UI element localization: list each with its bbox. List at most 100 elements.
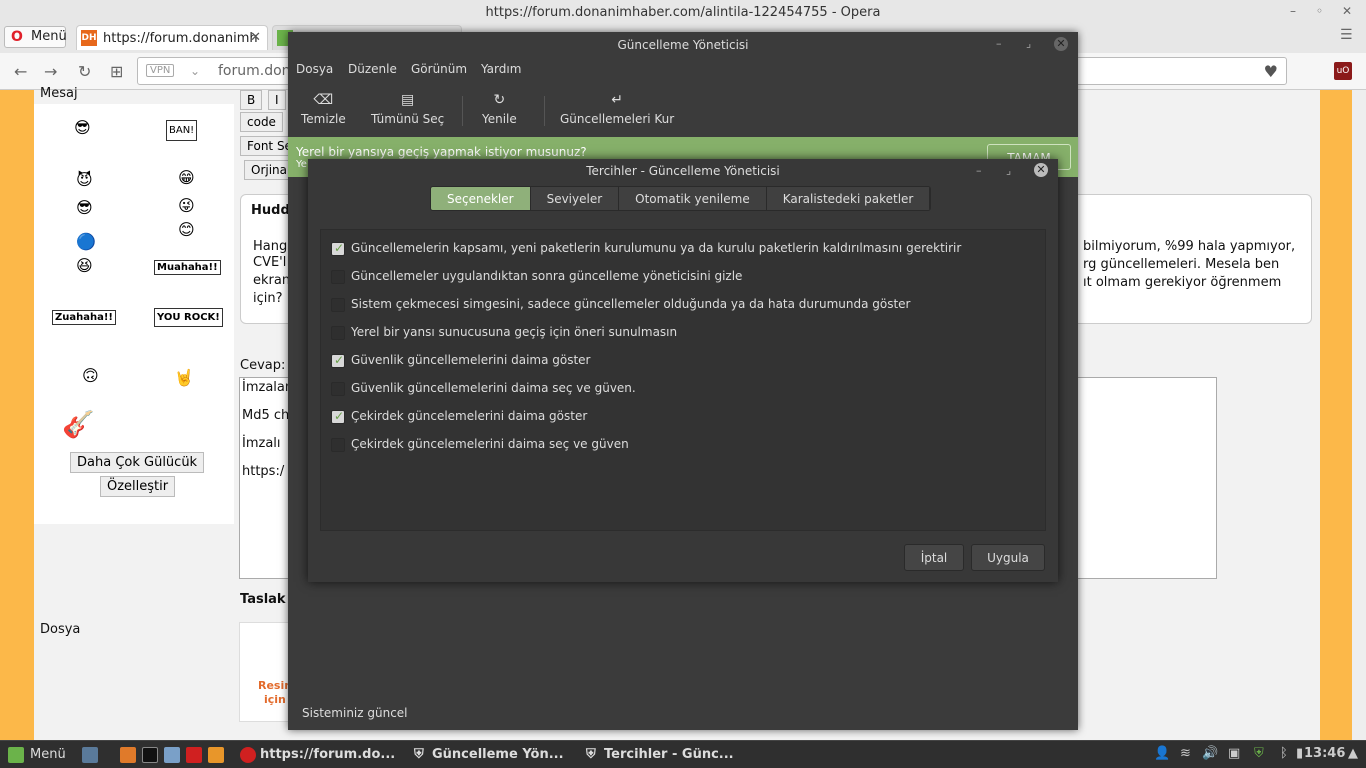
checkbox[interactable]	[331, 382, 345, 396]
cancel-button[interactable]: İptal	[904, 544, 964, 571]
menu-yardim[interactable]: Yardım	[481, 62, 521, 76]
files-icon[interactable]	[164, 747, 180, 763]
quote-line: rg güncellemeleri. Mesela ben	[1083, 257, 1280, 272]
ublock-icon[interactable]: uO	[1334, 62, 1352, 80]
ban-sign-smiley[interactable]: BAN!	[166, 120, 198, 141]
taskbar-menu-label[interactable]: Menü	[30, 747, 66, 762]
url-text: forum.dona	[218, 63, 300, 79]
rock-text: ROCK!	[184, 312, 220, 323]
firefox-icon[interactable]	[120, 747, 136, 763]
mint-menu-icon[interactable]	[8, 747, 24, 763]
browser-tab-forum[interactable]: DH https://forum.donanimh ✕	[76, 25, 268, 50]
minimize-icon[interactable]: –	[976, 164, 982, 177]
upload-box[interactable]: Resim için	[239, 622, 296, 722]
notifications-icon[interactable]: ▲	[1348, 746, 1358, 761]
maximize-icon[interactable]: ◦	[1316, 4, 1323, 18]
checkbox[interactable]	[331, 353, 345, 368]
smiley-icon[interactable]: 😎	[76, 198, 93, 217]
clear-label: Temizle	[301, 112, 346, 126]
smiley-icon[interactable]: 😎	[74, 118, 91, 137]
smiley-icon[interactable]: 🤘	[174, 368, 194, 387]
more-smileys-button[interactable]: Daha Çok Gülücük	[70, 452, 205, 473]
option-label: Çekirdek güncelemelerini daima seç ve gü…	[351, 437, 629, 451]
option-label: Güvenlik güncellemelerini daima seç ve g…	[351, 381, 636, 395]
sublime-icon[interactable]	[208, 747, 224, 763]
tab-blacklist[interactable]: Karalistedeki paketler	[766, 187, 931, 210]
smiley-icon[interactable]: 🙃	[82, 366, 99, 385]
taskbar-task-preferences[interactable]: Tercihler - Günc...	[604, 747, 734, 762]
refresh-button[interactable]: ↻ Yenile	[482, 92, 517, 126]
clock[interactable]: 13:46	[1304, 746, 1345, 761]
checkbox[interactable]	[331, 270, 345, 284]
smiley-icon[interactable]: 🔵	[76, 232, 96, 251]
zuahaha-sign-smiley[interactable]: Zuahaha!!	[52, 310, 116, 325]
checkbox[interactable]	[331, 298, 345, 312]
italic-button[interactable]: I	[268, 90, 286, 110]
code-button[interactable]: code	[240, 112, 283, 132]
guitar-smiley-icon[interactable]: 🎸	[62, 410, 94, 440]
minimize-icon[interactable]: –	[996, 37, 1002, 50]
option-label: Güncellemelerin kapsamı, yeni paketlerin…	[351, 241, 962, 255]
tab-auto-refresh[interactable]: Otomatik yenileme	[619, 187, 767, 210]
wifi-icon[interactable]: ≋	[1180, 746, 1191, 761]
preferences-tabs: Seçenekler Seviyeler Otomatik yenileme K…	[430, 186, 932, 211]
taskbar-task-update-manager[interactable]: Güncelleme Yön...	[432, 747, 564, 762]
tab-options[interactable]: Seçenekler	[431, 187, 531, 210]
you-rock-sign-smiley[interactable]: YOU ROCK!	[154, 308, 223, 327]
select-all-button[interactable]: ▤ Tümünü Seç	[371, 92, 444, 126]
volume-icon[interactable]: 🔊	[1202, 746, 1218, 761]
bold-button[interactable]: B	[240, 90, 263, 110]
vpn-badge[interactable]: VPN	[146, 64, 175, 77]
maximize-icon[interactable]: ⌟	[1026, 37, 1031, 50]
terminal-icon[interactable]	[142, 747, 158, 763]
page-scrollbar[interactable]	[1352, 90, 1366, 740]
reload-icon[interactable]: ↻	[78, 62, 91, 81]
toolbar-separator	[544, 96, 545, 126]
back-icon[interactable]: ←	[14, 62, 27, 81]
checkbox[interactable]	[331, 241, 345, 256]
hamburger-icon[interactable]: ☰	[1340, 27, 1353, 43]
menu-gorunum[interactable]: Görünüm	[411, 62, 467, 76]
clear-button[interactable]: ⌫ Temizle	[301, 92, 346, 126]
user-icon[interactable]: 👤	[1154, 746, 1170, 761]
taskbar-task-browser[interactable]: https://forum.do...	[260, 747, 395, 762]
battery-icon[interactable]: ▮	[1296, 746, 1303, 761]
tab-levels[interactable]: Seviyeler	[530, 187, 620, 210]
tab-close-icon[interactable]: ✕	[250, 30, 261, 45]
opera-menu-button[interactable]: O Menü	[4, 26, 67, 48]
checkbox[interactable]	[331, 409, 345, 424]
install-updates-button[interactable]: ↵ Güncellemeleri Kur	[560, 92, 674, 126]
close-icon[interactable]: ✕	[1034, 163, 1048, 177]
refresh-icon: ↻	[493, 92, 506, 108]
menu-duzenle[interactable]: Düzenle	[348, 62, 397, 76]
update-shield-icon[interactable]: ⛨	[1254, 746, 1264, 761]
muahaha-sign-smiley[interactable]: Muahaha!!	[154, 260, 221, 275]
maximize-icon[interactable]: ⌟	[1006, 164, 1011, 177]
minimize-icon[interactable]: –	[1290, 4, 1296, 18]
preferences-dialog: Tercihler - Güncelleme Yöneticisi – ⌟ ✕ …	[308, 159, 1058, 582]
smiley-icon[interactable]: 😁	[178, 168, 195, 187]
show-desktop-icon[interactable]	[82, 747, 98, 763]
smiley-icon[interactable]: 😆	[76, 256, 93, 275]
checkbox[interactable]	[331, 438, 345, 452]
smiley-icon[interactable]: 😜	[178, 196, 195, 215]
mesaj-label: Mesaj	[40, 86, 78, 101]
checkbox[interactable]	[331, 326, 345, 340]
clipboard-icon[interactable]: ▣	[1228, 746, 1240, 761]
customize-button[interactable]: Özelleştir	[100, 476, 176, 497]
opera-icon[interactable]	[186, 747, 202, 763]
smiley-icon[interactable]: 😈	[76, 170, 93, 189]
menu-dosya[interactable]: Dosya	[296, 62, 333, 76]
quote-author: Hudd	[251, 203, 290, 218]
bluetooth-icon[interactable]: ᛒ	[1280, 746, 1288, 761]
speed-dial-icon[interactable]: ⊞	[110, 62, 123, 81]
close-icon[interactable]: ✕	[1342, 4, 1352, 18]
heart-icon[interactable]: ♥	[1264, 62, 1278, 81]
apply-button[interactable]: Uygula	[971, 544, 1045, 571]
forward-icon[interactable]: →	[44, 62, 57, 81]
status-text: Sisteminiz güncel	[302, 706, 408, 720]
browser-titlebar: https://forum.donanimhaber.com/alintila-…	[0, 0, 1366, 25]
close-icon[interactable]: ✕	[1054, 37, 1068, 51]
quote-line: CVE'l	[253, 255, 287, 270]
smiley-icon[interactable]: 😊	[178, 220, 195, 239]
